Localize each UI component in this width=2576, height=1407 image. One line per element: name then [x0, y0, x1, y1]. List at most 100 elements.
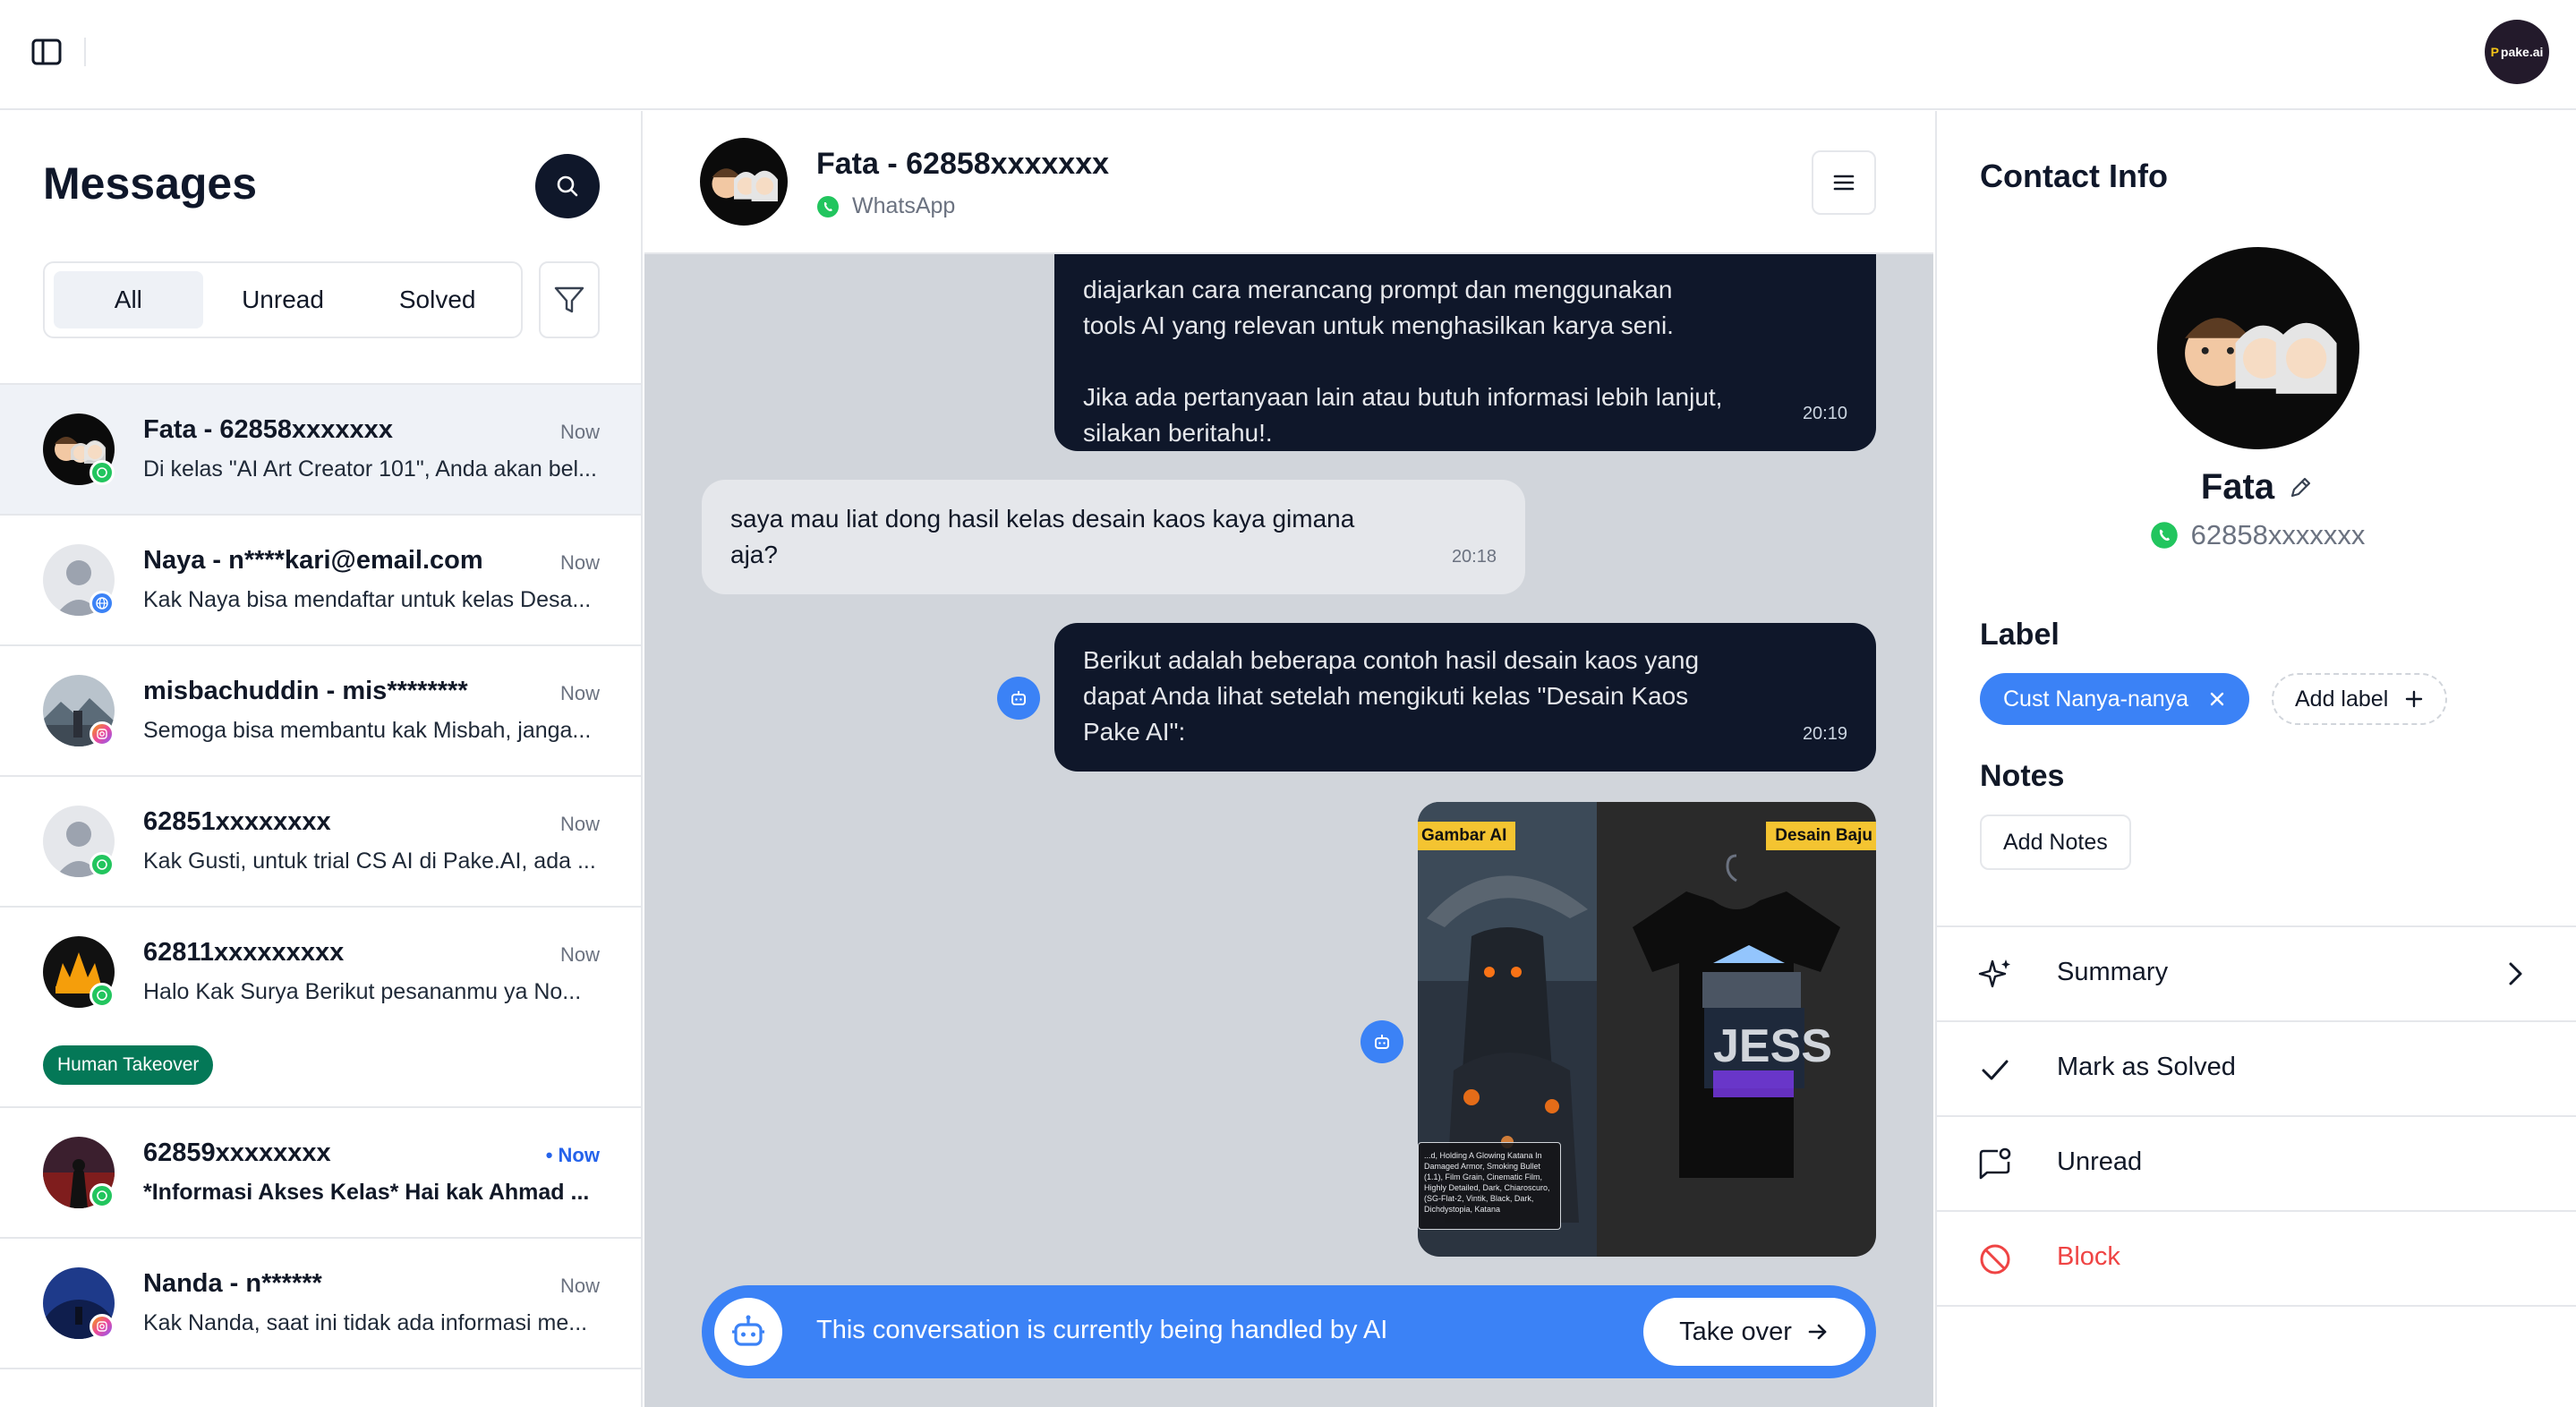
message-line: Pake AI": — [1083, 718, 1186, 746]
conversation-time: Now — [559, 813, 600, 835]
message-line: Jika ada pertanyaan lain atau butuh info… — [1083, 383, 1723, 411]
robot-icon — [714, 1298, 782, 1366]
conversation-item[interactable]: 62811xxxxxxxxx Now Halo Kak Surya Beriku… — [0, 908, 641, 1108]
conversation-preview: Kak Gusti, untuk trial CS AI di Pake.AI,… — [143, 848, 596, 874]
conversation-name: 62859xxxxxxxx — [143, 1138, 331, 1167]
chat-header: Fata - 62858xxxxxxx WhatsApp — [644, 111, 1933, 254]
conversation-item[interactable]: Nanda - n****** Now Kak Nanda, saat ini … — [0, 1239, 641, 1369]
chat-menu-button[interactable] — [1812, 150, 1876, 215]
summary-action[interactable]: Summary — [1937, 927, 2576, 1022]
message-bubble-incoming: saya mau liat dong hasil kelas desain ka… — [702, 480, 1525, 594]
tab-unread[interactable]: Unread — [209, 271, 358, 328]
add-label-button[interactable]: Add label — [2272, 673, 2448, 725]
conversation-name: Nanda - n****** — [143, 1269, 322, 1298]
summary-label: Summary — [2057, 958, 2169, 986]
human-takeover-badge: Human Takeover — [43, 1045, 214, 1085]
conversation-item[interactable]: Naya - n****kari@email.com Now Kak Naya … — [0, 516, 641, 646]
message-line: tools AI yang relevan untuk menghasilkan… — [1083, 311, 1674, 339]
mark-as-solved-label: Mark as Solved — [2057, 1053, 2236, 1081]
edit-icon[interactable] — [2287, 474, 2314, 501]
conversation-name: Naya - n****kari@email.com — [143, 546, 483, 575]
whatsapp-icon — [90, 1183, 115, 1208]
contact-info-panel: Contact Info Fata 62858xxxxxxx Label Cus… — [1935, 111, 2576, 1407]
whatsapp-icon — [817, 195, 839, 217]
chat-channel: WhatsApp — [816, 193, 955, 219]
tab-solved[interactable]: Solved — [363, 271, 512, 328]
message-bubble-outgoing: Berikut adalah beberapa contoh hasil des… — [1054, 623, 1876, 772]
message-line: Berikut adalah beberapa contoh hasil des… — [1083, 646, 1700, 674]
conversation-preview: Semoga bisa membantu kak Misbah, janga..… — [143, 718, 592, 743]
conversation-name: Fata - 62858xxxxxxx — [143, 415, 393, 444]
top-bar: P pake.ai — [0, 0, 2576, 110]
app-root: P pake.ai Messages All Unread Solved Fat… — [0, 0, 2576, 1407]
take-over-button[interactable]: Take over — [1643, 1298, 1865, 1366]
conversation-item[interactable]: misbachuddin - mis******** Now Semoga bi… — [0, 646, 641, 777]
chat-contact-name: Fata - 62858xxxxxxx — [816, 147, 1110, 181]
contact-phone: 62858xxxxxxx — [2190, 519, 2366, 550]
image-label-right: Desain Baju — [1766, 822, 1876, 850]
plus-icon — [2406, 690, 2423, 708]
label-chip-text: Cust Nanya-nanya — [2003, 686, 2189, 712]
tab-all[interactable]: All — [54, 271, 203, 328]
message-filter-tabs: All Unread Solved — [43, 261, 523, 338]
image-message[interactable]: JESS Gambar AI Desain Baju ...d, Holding… — [1418, 802, 1876, 1257]
conversation-item[interactable]: 62859xxxxxxxx • Now *Informasi Akses Kel… — [0, 1108, 641, 1239]
whatsapp-icon — [2150, 522, 2178, 549]
sparkles-icon — [1976, 956, 2014, 993]
search-button[interactable] — [535, 154, 600, 218]
conversation-item[interactable]: Fata - 62858xxxxxxx Now Di kelas "AI Art… — [0, 385, 641, 516]
label-chip[interactable]: Cust Nanya-nanya — [1980, 673, 2250, 725]
unread-action[interactable]: Unread — [1937, 1117, 2576, 1212]
block-label: Block — [2057, 1242, 2120, 1271]
conversation-time: Now — [559, 551, 600, 574]
arrow-right-icon — [1808, 1324, 1827, 1340]
message-line: dapat Anda lihat setelah mengikuti kelas… — [1083, 682, 1689, 710]
message-line: silakan beritahu!. — [1083, 419, 1273, 447]
conversation-item[interactable]: 62851xxxxxxxx Now Kak Gusti, untuk trial… — [0, 777, 641, 908]
conversation-time: Now — [559, 943, 600, 966]
filter-button[interactable] — [539, 261, 600, 338]
instagram-icon — [90, 721, 115, 746]
chat-panel: Fata - 62858xxxxxxx WhatsApp diajarkan c… — [644, 111, 1933, 1407]
sidebar-toggle-icon[interactable] — [30, 38, 63, 66]
conversation-preview: *Informasi Akses Kelas* Hai kak Ahmad ..… — [143, 1180, 590, 1205]
message-time: 20:19 — [1802, 724, 1847, 744]
svg-text:JESS: JESS — [1713, 1020, 1832, 1072]
unread-label: Unread — [2057, 1147, 2143, 1176]
conversation-preview: Di kelas "AI Art Creator 101", Anda akan… — [143, 456, 597, 482]
globe-icon — [90, 591, 115, 616]
check-icon — [1976, 1051, 2014, 1088]
take-over-label: Take over — [1679, 1317, 1792, 1346]
message-line: aja? — [730, 541, 778, 568]
messages-panel: Messages All Unread Solved Fata - 62858x… — [0, 111, 643, 1407]
contact-info-avatar — [2157, 247, 2359, 449]
label-section-title: Label — [1980, 618, 2060, 652]
search-icon — [557, 175, 578, 197]
mark-as-solved-action[interactable]: Mark as Solved — [1937, 1022, 2576, 1117]
account-avatar[interactable]: P pake.ai — [2485, 20, 2549, 84]
bot-icon — [1361, 1020, 1403, 1063]
close-icon[interactable] — [2208, 690, 2226, 708]
conversation-preview: Kak Nanda, saat ini tidak ada informasi … — [143, 1310, 588, 1335]
conversation-name: 62811xxxxxxxxx — [143, 938, 345, 967]
instagram-icon — [90, 1314, 115, 1339]
conversation-time: Now — [559, 1275, 600, 1297]
bot-icon — [997, 677, 1040, 720]
filter-icon — [554, 286, 584, 313]
contact-phone-row: 62858xxxxxxx — [1937, 519, 2576, 551]
messages-title: Messages — [43, 158, 258, 209]
brand-text: pake.ai — [2500, 45, 2544, 59]
whatsapp-icon — [90, 460, 115, 485]
contact-actions: Summary Mark as Solved Unread Block — [1937, 925, 2576, 1307]
message-line: saya mau liat dong hasil kelas desain ka… — [730, 505, 1355, 533]
contact-avatar[interactable] — [700, 138, 788, 226]
conversation-name: 62851xxxxxxxx — [143, 807, 331, 836]
contact-name: Fata — [2200, 467, 2275, 507]
conversation-preview: Kak Naya bisa mendaftar untuk kelas Desa… — [143, 587, 592, 612]
conversation-time: Now — [559, 421, 600, 443]
add-notes-button[interactable]: Add Notes — [1980, 814, 2131, 870]
hamburger-icon — [1833, 175, 1855, 191]
block-action[interactable]: Block — [1937, 1212, 2576, 1307]
conversation-preview: Halo Kak Surya Berikut pesananmu ya No..… — [143, 979, 582, 1004]
brand-mark: P — [2490, 45, 2499, 59]
